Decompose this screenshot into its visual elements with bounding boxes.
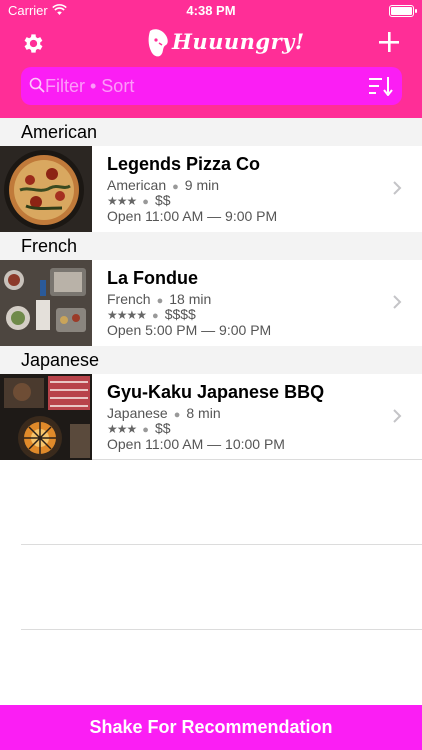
price-level: $$$$	[164, 306, 196, 322]
star-rating: ★★★	[107, 422, 137, 436]
cuisine-label: French	[107, 291, 151, 307]
chevron-right-icon	[393, 295, 402, 309]
header-bar: Carrier 4:38 PM Huuungry!	[0, 0, 422, 118]
filter-input[interactable]	[45, 67, 365, 105]
status-bar: Carrier 4:38 PM	[0, 0, 422, 22]
shake-recommendation-button[interactable]: Shake For Recommendation	[0, 705, 422, 750]
list-item[interactable]: Gyu-Kaku Japanese BBQ Japanese ● 8 min ★★★…	[0, 374, 422, 460]
restaurant-name: Legends Pizza Co	[107, 154, 261, 174]
app-logo: Huuungry!	[146, 25, 304, 63]
opening-hours: Open 5:00 PM — 9:00 PM	[107, 322, 272, 338]
price-level: $$	[154, 192, 171, 208]
empty-row-divider	[21, 629, 422, 630]
restaurant-photo	[0, 374, 92, 460]
restaurant-meta: American ● 9 min	[107, 177, 219, 193]
chevron-right-icon	[393, 409, 402, 423]
restaurant-name: La Fondue	[107, 268, 198, 288]
restaurant-photo	[0, 146, 92, 232]
travel-time: 18 min	[169, 291, 212, 307]
list-item[interactable]: La Fondue French ● 18 min ★★★★ ● $$$$ Open 5…	[0, 260, 422, 346]
star-rating: ★★★★	[107, 308, 147, 322]
rating-line: ★★★ ● $$	[107, 192, 171, 208]
gear-icon[interactable]	[21, 31, 46, 56]
opening-hours: Open 11:00 AM — 9:00 PM	[107, 208, 278, 224]
empty-row-divider	[21, 544, 422, 545]
filter-sort-bar[interactable]	[21, 67, 402, 105]
separator-dot: ●	[142, 424, 149, 436]
logo-text: Huuungry!	[172, 29, 305, 54]
separator-dot: ●	[142, 196, 149, 208]
price-level: $$	[154, 420, 171, 436]
battery-icon	[389, 5, 417, 17]
status-time: 4:38 PM	[186, 3, 236, 18]
section-header-japanese: Japanese	[0, 346, 422, 374]
rating-line: ★★★★ ● $$$$	[107, 306, 196, 322]
sort-icon[interactable]	[369, 76, 393, 96]
search-icon	[29, 77, 45, 93]
restaurant-name: Gyu-Kaku Japanese BBQ	[107, 382, 325, 402]
section-header-french: French	[0, 232, 422, 260]
plus-icon[interactable]	[378, 31, 400, 53]
opening-hours: Open 11:00 AM — 10:00 PM	[107, 436, 285, 452]
section-header-american: American	[0, 118, 422, 146]
logo-mascot-icon	[148, 29, 168, 57]
restaurant-meta: French ● 18 min	[107, 291, 211, 307]
star-rating: ★★★	[107, 194, 137, 208]
travel-time: 8 min	[186, 405, 221, 421]
cuisine-label: American	[107, 177, 167, 193]
travel-time: 9 min	[184, 177, 220, 193]
rating-line: ★★★ ● $$	[107, 420, 171, 436]
restaurant-photo	[0, 260, 92, 346]
restaurant-meta: Japanese ● 8 min	[107, 405, 221, 421]
list-item[interactable]: Legends Pizza Co American ● 9 min ★★★ ● $$ O…	[0, 146, 422, 232]
cuisine-label: Japanese	[107, 405, 168, 421]
chevron-right-icon	[393, 181, 402, 195]
separator-dot: ●	[152, 310, 159, 322]
